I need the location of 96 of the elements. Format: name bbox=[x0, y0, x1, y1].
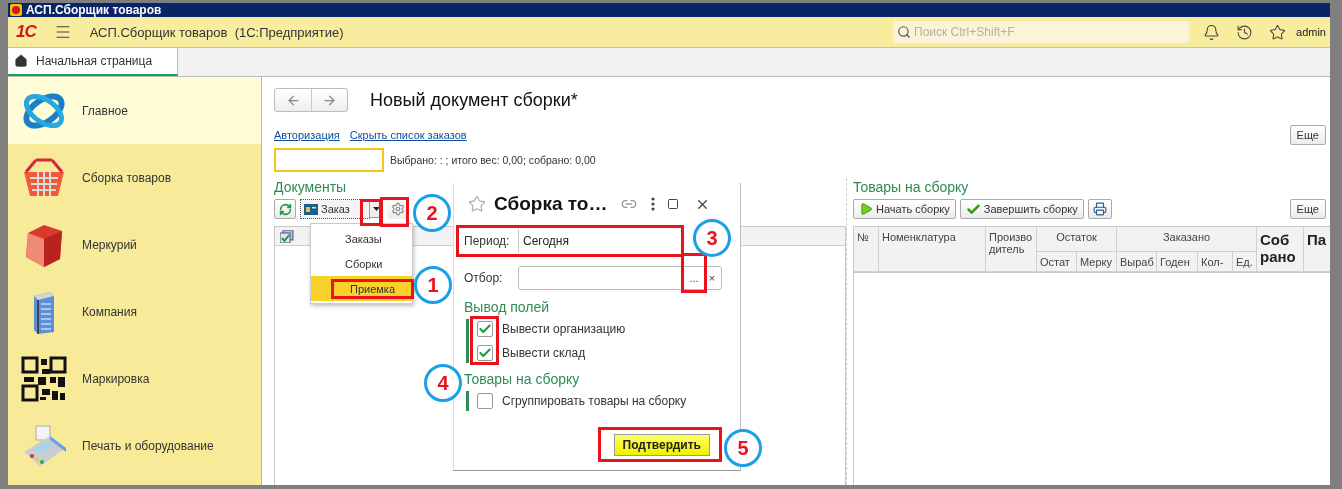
user-name[interactable]: admin bbox=[1296, 26, 1326, 38]
notifications-button[interactable] bbox=[1203, 23, 1221, 41]
refresh-icon bbox=[278, 202, 292, 216]
printer-icon bbox=[1092, 202, 1107, 216]
column-header[interactable]: Остат bbox=[1037, 252, 1077, 272]
view-select[interactable]: Заказ bbox=[300, 199, 370, 219]
period-field[interactable]: Сегодня bbox=[518, 229, 678, 253]
column-header[interactable]: № bbox=[854, 227, 879, 272]
sidebar-label: Маркировка bbox=[82, 371, 150, 386]
logo: 1С bbox=[16, 22, 36, 42]
check-icon bbox=[965, 201, 981, 217]
maximize-button[interactable] bbox=[667, 198, 680, 210]
checkbox-label: Вывести организацию bbox=[502, 322, 626, 336]
link[interactable]: Авторизация bbox=[274, 129, 340, 141]
refresh-button[interactable] bbox=[274, 199, 296, 219]
selection-summary: Выбрано: : ; итого вес: 0,00; собрано: 0,00 bbox=[390, 154, 596, 166]
column-group-header: Остаток bbox=[1037, 227, 1117, 252]
menu-item[interactable]: Сборки bbox=[311, 251, 412, 276]
column-header[interactable]: Па bbox=[1304, 227, 1330, 272]
dialog-title: Сборка то… bbox=[494, 193, 608, 215]
sidebar-item[interactable]: Меркурий bbox=[8, 211, 261, 278]
app-icon bbox=[10, 4, 22, 16]
tab[interactable]: Начальная страница bbox=[8, 48, 178, 76]
checkbox-label: Вывести склад bbox=[502, 346, 586, 360]
sidebar-label: Сборка товаров bbox=[82, 170, 172, 185]
sidebar-item[interactable]: Маркировка bbox=[8, 345, 261, 412]
document-title: Новый документ сборки* bbox=[370, 89, 578, 111]
sidebar-label: Меркурий bbox=[82, 237, 137, 252]
qr-code-icon bbox=[20, 354, 68, 403]
square-icon bbox=[667, 198, 680, 210]
check-all-icon[interactable] bbox=[280, 229, 294, 243]
favorites-button[interactable] bbox=[1269, 23, 1287, 41]
input-field[interactable] bbox=[274, 148, 384, 172]
menu-item[interactable]: Заказы bbox=[311, 226, 412, 251]
sidebar-label: Главное bbox=[82, 103, 128, 118]
column-header[interactable]: Годен bbox=[1157, 252, 1198, 272]
menu-button[interactable] bbox=[53, 23, 72, 41]
home-icon bbox=[14, 54, 28, 68]
arrow-right-icon bbox=[322, 92, 337, 108]
checkbox[interactable] bbox=[477, 393, 493, 409]
field-label: Период: bbox=[464, 234, 511, 248]
menu-item[interactable]: Приемка bbox=[311, 276, 412, 301]
bell-icon bbox=[1203, 23, 1221, 41]
field-label: Отбор: bbox=[464, 271, 504, 285]
clear-button[interactable]: × bbox=[703, 267, 721, 289]
column-header[interactable]: Кол- bbox=[1198, 252, 1233, 272]
start-button[interactable]: Начать сборку bbox=[853, 199, 956, 219]
card-icon bbox=[304, 203, 318, 215]
sidebar-label: Печать и оборудование bbox=[82, 438, 214, 453]
highlight-frame bbox=[380, 197, 409, 227]
select-button[interactable]: ... bbox=[685, 267, 703, 289]
star-icon bbox=[468, 195, 486, 213]
panel-title: Товары на сборку bbox=[853, 178, 970, 196]
search-icon bbox=[897, 25, 912, 39]
group-title: Вывод полей bbox=[464, 299, 551, 315]
panel-title: Документы bbox=[274, 178, 348, 196]
favorite-button[interactable] bbox=[468, 195, 486, 213]
filter-field[interactable]: ... × bbox=[518, 266, 722, 290]
checkbox[interactable] bbox=[477, 345, 493, 361]
sidebar-item[interactable]: Главное bbox=[8, 77, 261, 144]
history-icon bbox=[1236, 23, 1254, 41]
sidebar-item[interactable]: Компания bbox=[8, 278, 261, 345]
check-icon bbox=[478, 322, 492, 336]
more-button[interactable]: Еще bbox=[1289, 125, 1326, 145]
link[interactable]: Скрыть список заказов bbox=[349, 129, 467, 141]
column-header[interactable]: Собрано bbox=[1257, 227, 1304, 272]
print-button[interactable] bbox=[1087, 199, 1112, 219]
highlight-frame bbox=[360, 199, 382, 226]
finish-button[interactable]: Завершить сборку bbox=[959, 199, 1084, 219]
column-header[interactable]: Ед. bbox=[1233, 252, 1257, 272]
caret-icon bbox=[372, 207, 380, 211]
more-button[interactable]: Еще bbox=[1289, 199, 1326, 219]
window-title: АСП.Сборщик товаров bbox=[26, 3, 162, 17]
more-options-button[interactable] bbox=[651, 197, 656, 211]
more-icon bbox=[651, 197, 656, 211]
check-icon bbox=[478, 346, 492, 360]
highlight-frame bbox=[470, 316, 499, 365]
settings-icon bbox=[391, 202, 405, 216]
column-header[interactable]: Выраб bbox=[1117, 252, 1157, 272]
confirm-button[interactable]: Подтвердить bbox=[613, 434, 710, 456]
column-header[interactable]: Мерку bbox=[1077, 252, 1117, 272]
sidebar-label: Компания bbox=[82, 304, 137, 319]
column-header[interactable]: Производитель bbox=[986, 227, 1037, 272]
play-icon bbox=[859, 202, 873, 216]
search-field[interactable]: Поиск Ctrl+Shift+F bbox=[893, 21, 1190, 43]
group-title: Товары на сборку bbox=[464, 371, 581, 387]
star-icon bbox=[1269, 23, 1287, 41]
menu-icon bbox=[53, 23, 72, 41]
checkbox[interactable] bbox=[477, 321, 493, 337]
column-group-header: Заказано bbox=[1117, 227, 1257, 252]
sidebar-item[interactable]: Печать и оборудование bbox=[8, 412, 261, 479]
checkbox-label: Сгруппировать товары на сборку bbox=[502, 394, 687, 408]
sidebar-item[interactable]: Сборка товаров bbox=[8, 144, 261, 211]
column-header[interactable]: Номенклатура bbox=[879, 227, 986, 272]
history-button[interactable] bbox=[1236, 23, 1254, 41]
app-title: АСП.Сборщик товаров (1С:Предприятие) bbox=[89, 24, 344, 40]
